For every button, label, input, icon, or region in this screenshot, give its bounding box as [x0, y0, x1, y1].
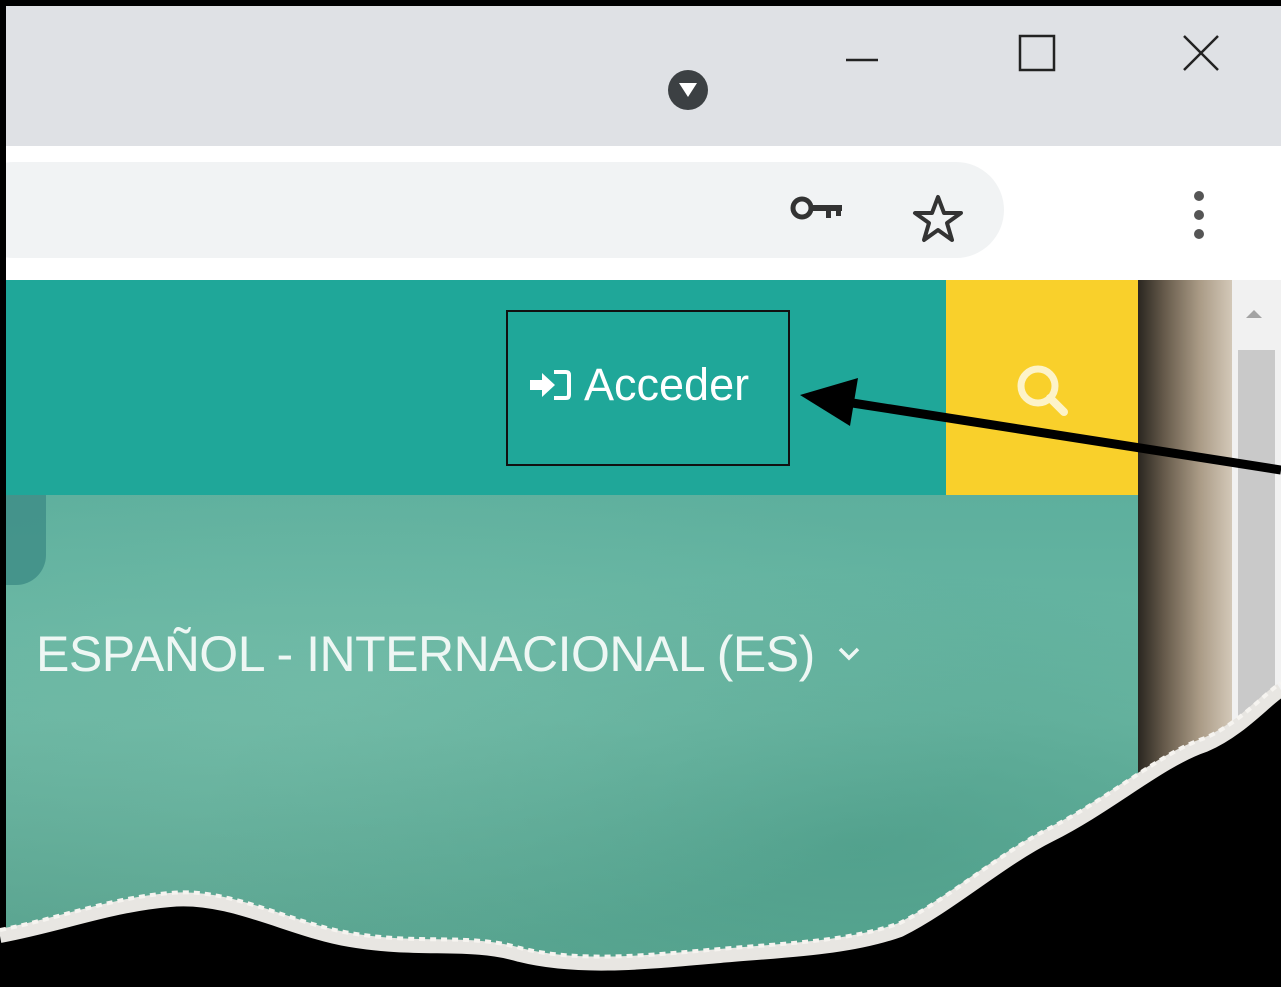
star-icon[interactable] [910, 192, 966, 248]
scroll-up-arrow-icon[interactable] [1246, 310, 1262, 318]
background-blur [1138, 280, 1232, 987]
chevron-down-icon [838, 647, 859, 661]
hero-banner: ESPAÑOL - INTERNACIONAL (ES) [6, 495, 1138, 987]
login-label: Acceder [584, 359, 750, 410]
triangle-down-icon [679, 83, 697, 97]
browser-toolbar [6, 146, 1281, 280]
maximize-icon [1018, 34, 1056, 72]
minimize-button[interactable] [828, 20, 896, 82]
browser-window: Acceder ESPAÑOL - INTERNACIONAL (ES) [6, 6, 1281, 987]
title-bar [6, 6, 1281, 146]
language-label: ESPAÑOL - INTERNACIONAL (ES) [36, 626, 815, 682]
close-button[interactable] [1166, 20, 1234, 82]
login-link[interactable]: Acceder [528, 359, 750, 410]
web-page: Acceder ESPAÑOL - INTERNACIONAL (ES) [6, 280, 1138, 987]
key-icon[interactable] [790, 192, 846, 224]
profile-dropdown-button[interactable] [668, 70, 708, 110]
address-bar[interactable] [6, 162, 1004, 258]
minimize-icon [846, 58, 878, 62]
maximize-button[interactable] [1002, 20, 1070, 82]
sign-in-icon [530, 370, 571, 400]
language-selector[interactable]: ESPAÑOL - INTERNACIONAL (ES) [36, 625, 861, 683]
search-icon [1017, 365, 1068, 416]
hero-decoration [6, 495, 46, 585]
search-button[interactable] [946, 280, 1138, 495]
menu-icon[interactable] [1192, 186, 1206, 246]
scrollbar[interactable] [1232, 280, 1281, 987]
close-icon [1183, 35, 1219, 71]
site-header [6, 280, 946, 495]
scroll-thumb[interactable] [1238, 350, 1275, 987]
